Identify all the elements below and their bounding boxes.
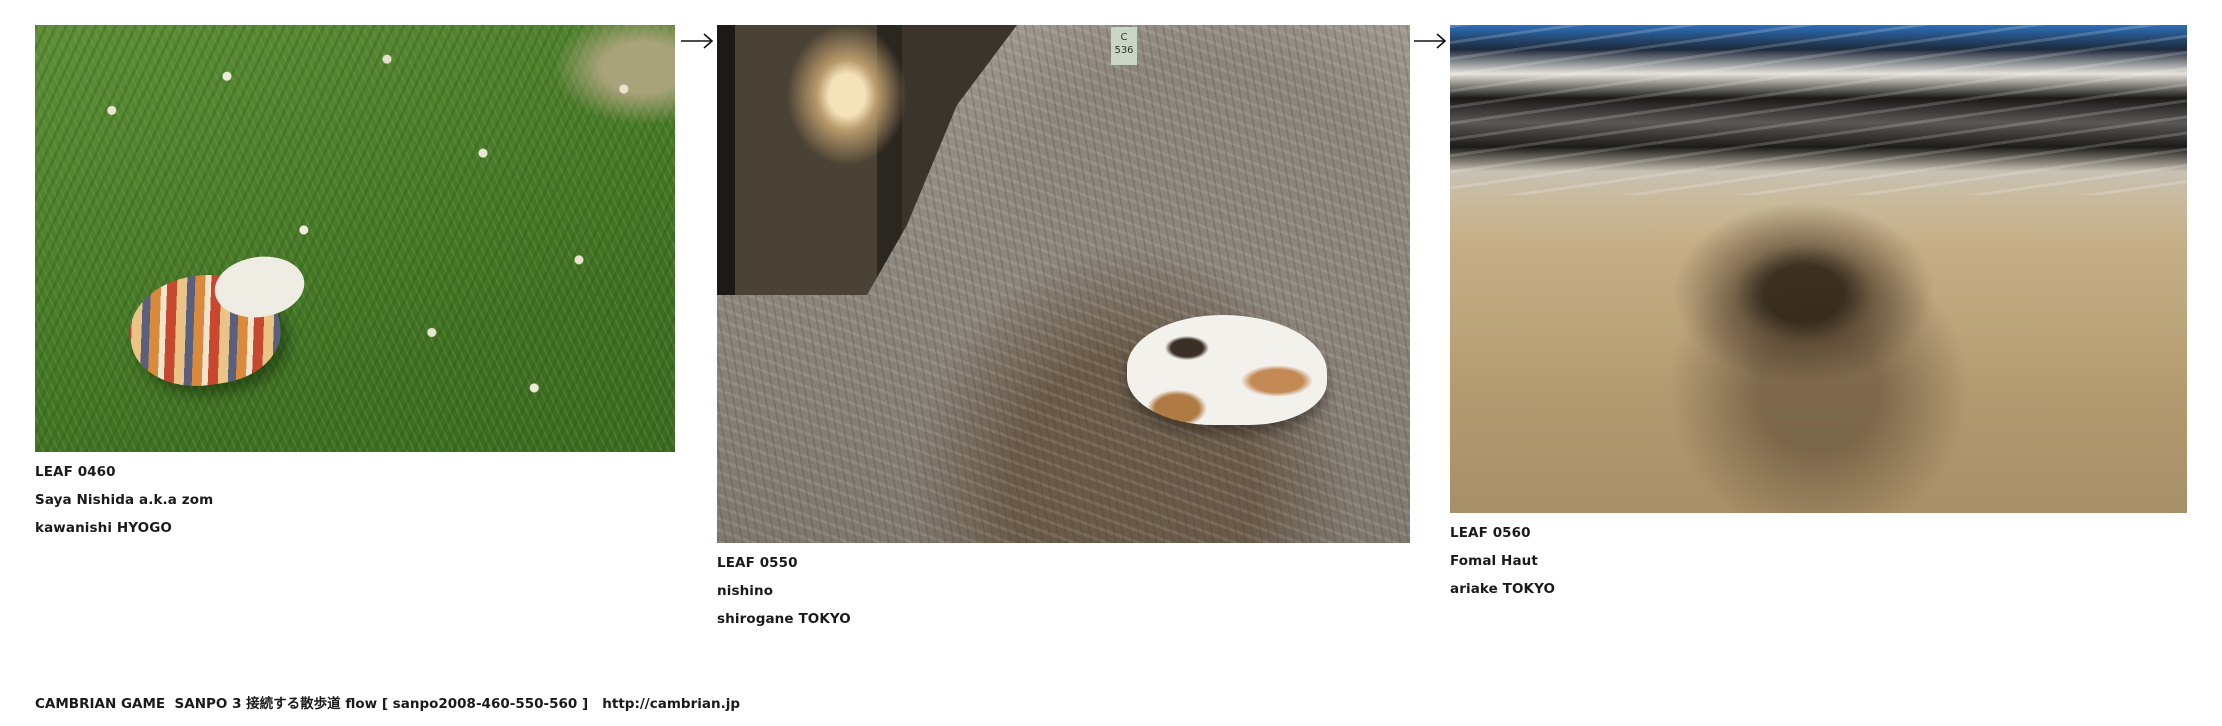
striped-hat [123,265,287,395]
leaf-id: LEAF 0560 [1450,525,1531,541]
leaf-location: shirogane TOKYO [717,611,851,627]
arrow-right-icon [681,33,714,49]
arrow-right-icon [1414,33,1447,49]
tree-number-tag: C 536 [1111,27,1137,65]
leaf-location: ariake TOKYO [1450,581,1556,597]
footer-text: CAMBRIAN GAME SANPO 3 接続する散歩道 flow [ san… [35,696,603,712]
cambrian-link[interactable]: http://cambrian.jp [602,696,740,712]
leaf-0460-photo[interactable] [35,25,675,452]
leaf-author: nishino [717,583,774,599]
leaf-0560-caption: LEAF 0560 Fomal Haut ariake TOKYO [1450,519,1555,603]
shop-window [717,25,1017,295]
leaf-0460-caption: LEAF 0460 Saya Nishida a.k.a zom kawanis… [35,458,213,542]
leaf-0550-caption: LEAF 0550 nishino shirogane TOKYO [717,549,851,633]
leaf-author: Saya Nishida a.k.a zom [35,492,214,508]
footer: CAMBRIAN GAME SANPO 3 接続する散歩道 flow [ san… [35,692,740,712]
sleeping-cat [1127,315,1327,425]
leaf-author: Fomal Haut [1450,553,1538,569]
leaf-location: kawanishi HYOGO [35,520,173,536]
leaf-id: LEAF 0460 [35,464,116,480]
leaf-id: LEAF 0550 [717,555,798,571]
leaf-0550-photo[interactable]: C 536 [717,25,1410,543]
leaf-0560-photo[interactable] [1450,25,2187,513]
